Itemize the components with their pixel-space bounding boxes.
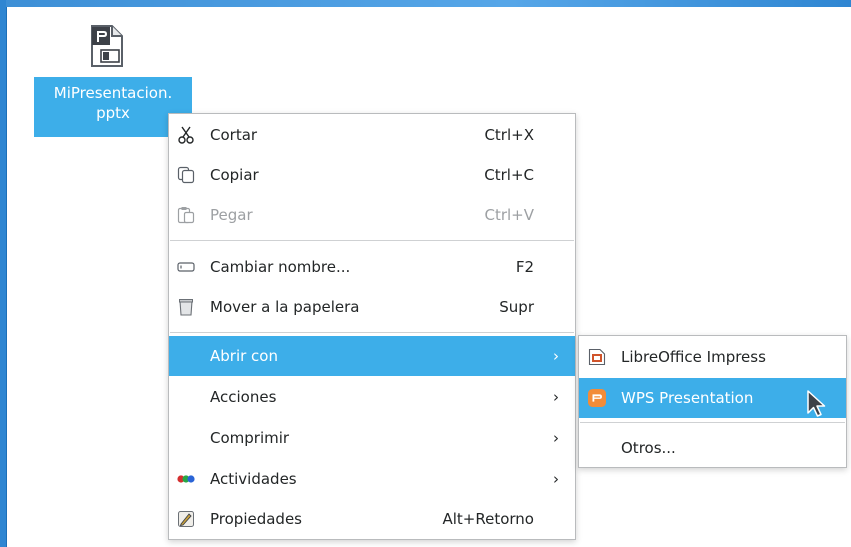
rename-icon — [177, 258, 195, 276]
menu-item-properties[interactable]: Propiedades Alt+Retorno — [169, 499, 575, 539]
open-with-label: Abrir con — [210, 347, 278, 365]
menu-item-rename[interactable]: Cambiar nombre... F2 — [169, 247, 575, 287]
copy-shortcut: Ctrl+C — [484, 166, 534, 184]
submenu-item-others[interactable]: Otros... — [579, 428, 846, 468]
menu-item-compress[interactable]: Comprimir › — [169, 418, 575, 458]
wps-presentation-icon — [588, 389, 606, 407]
rename-label: Cambiar nombre... — [210, 258, 351, 276]
menu-item-copy[interactable]: Copiar Ctrl+C — [169, 155, 575, 195]
copy-icon — [177, 166, 195, 184]
menu-item-cut[interactable]: Cortar Ctrl+X — [169, 115, 575, 155]
chevron-right-icon: › — [553, 470, 559, 488]
scissors-icon — [177, 126, 195, 144]
libreoffice-impress-label: LibreOffice Impress — [621, 348, 766, 366]
move-to-trash-label: Mover a la papelera — [210, 298, 360, 316]
submenu-separator — [580, 422, 845, 423]
chevron-right-icon: › — [553, 429, 559, 447]
presentation-file-icon[interactable] — [90, 25, 124, 67]
menu-item-actions[interactable]: Acciones › — [169, 377, 575, 417]
menu-item-activities[interactable]: Actividades › — [169, 459, 575, 499]
activities-icon — [177, 470, 195, 488]
libreoffice-impress-icon — [588, 348, 606, 366]
rename-shortcut: F2 — [515, 258, 534, 276]
wps-presentation-label: WPS Presentation — [621, 389, 754, 407]
properties-label: Propiedades — [210, 510, 302, 528]
paste-icon — [177, 206, 195, 224]
properties-icon — [177, 510, 195, 528]
cut-shortcut: Ctrl+X — [484, 126, 534, 144]
activities-label: Actividades — [210, 470, 297, 488]
properties-shortcut: Alt+Retorno — [442, 510, 534, 528]
actions-label: Acciones — [210, 388, 277, 406]
menu-item-open-with[interactable]: Abrir con › — [169, 336, 575, 376]
file-name-line1: MiPresentacion. — [53, 84, 173, 102]
context-menu: Cortar Ctrl+X Copiar Ctrl+C Pegar Ctrl+V… — [168, 113, 576, 540]
copy-label: Copiar — [210, 166, 259, 184]
paste-shortcut: Ctrl+V — [484, 206, 534, 224]
menu-item-paste[interactable]: Pegar Ctrl+V — [169, 195, 575, 235]
move-to-trash-shortcut: Supr — [499, 298, 534, 316]
mouse-pointer-icon — [806, 389, 828, 419]
menu-separator — [170, 240, 574, 241]
chevron-right-icon: › — [553, 347, 559, 365]
cut-label: Cortar — [210, 126, 258, 144]
menu-separator — [170, 332, 574, 333]
chevron-right-icon: › — [553, 388, 559, 406]
others-label: Otros... — [621, 439, 676, 457]
compress-label: Comprimir — [210, 429, 290, 447]
paste-label: Pegar — [210, 206, 253, 224]
submenu-item-libreoffice-impress[interactable]: LibreOffice Impress — [579, 337, 846, 377]
trash-icon — [177, 298, 195, 316]
menu-item-move-to-trash[interactable]: Mover a la papelera Supr — [169, 287, 575, 327]
